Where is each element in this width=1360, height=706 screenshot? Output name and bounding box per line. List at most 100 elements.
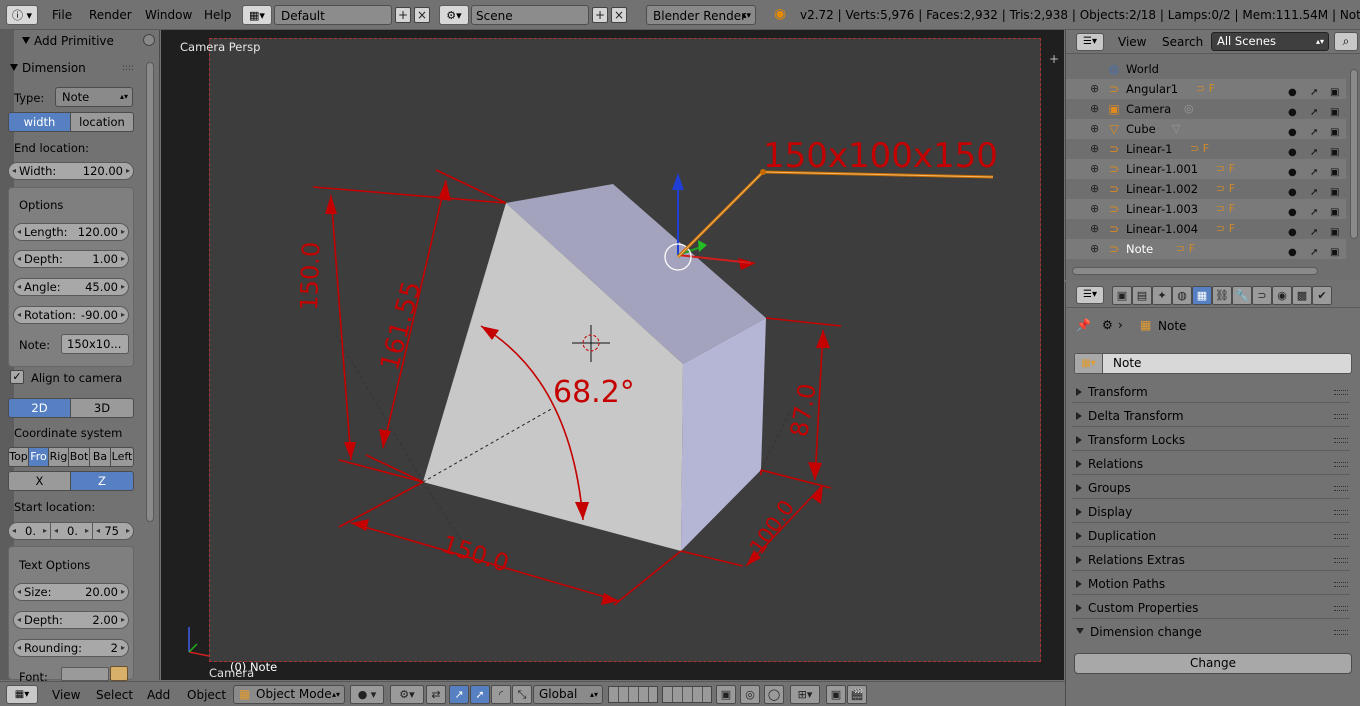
depth-field[interactable]: ◂ Depth: 1.00 ▸ — [13, 250, 129, 268]
start-y-field[interactable]: ◂ 0. ▸ — [50, 522, 93, 540]
modifiers-tab-icon[interactable]: 🔧 — [1232, 286, 1252, 305]
scene-field[interactable]: Scene — [471, 5, 589, 25]
panel-delta-transform[interactable]: Delta Transform — [1072, 405, 1350, 427]
length-field[interactable]: ◂ Length: 120.00 ▸ — [13, 223, 129, 241]
physics-tab-icon[interactable]: ✔ — [1312, 286, 1332, 305]
snap-element-select[interactable]: ⊞▾ — [790, 685, 820, 704]
rounding-field[interactable]: ◂ Rounding: 2 ▸ — [13, 639, 129, 657]
outliner-editor-type-button[interactable]: ☰▾ — [1076, 33, 1104, 51]
layer-buttons-1[interactable] — [608, 686, 658, 703]
layer-buttons-2[interactable] — [662, 686, 712, 703]
texture-tab-icon[interactable]: ▩ — [1292, 286, 1312, 305]
panel-transform[interactable]: Transform — [1072, 381, 1350, 403]
expand-icon[interactable]: ⊕ — [1090, 79, 1099, 99]
change-button[interactable]: Change — [1074, 653, 1352, 674]
menu-view[interactable]: View — [52, 686, 80, 704]
menu-select[interactable]: Select — [96, 686, 133, 704]
screen-layout-field[interactable]: Default — [274, 5, 392, 25]
tool-shelf-scrollbar[interactable] — [146, 62, 154, 522]
expand-icon[interactable]: ⊕ — [1090, 239, 1099, 259]
view-back-toggle[interactable]: Ba — [89, 447, 111, 467]
outliner-menu-search[interactable]: Search — [1162, 35, 1203, 49]
object-tab-icon[interactable]: ▦ — [1192, 286, 1212, 305]
outliner-vscrollbar[interactable] — [1350, 69, 1358, 239]
screen-layout-icon[interactable]: ▦▾ — [242, 5, 272, 25]
3d-viewport[interactable]: Camera Persp + 150x100x150 150.0 161.55 … — [161, 30, 1064, 680]
lock-layers-icon[interactable]: ▣ — [716, 685, 736, 704]
render-animation-icon[interactable]: 🎬 — [847, 685, 867, 704]
view-bottom-toggle[interactable]: Bot — [68, 447, 90, 467]
expand-icon[interactable]: ⊕ — [1090, 159, 1099, 179]
translate-manipulator-icon[interactable]: ↗ — [449, 685, 469, 704]
constraints-tab-icon[interactable]: ⛓ — [1212, 286, 1232, 305]
properties-editor-type-button[interactable]: ☰▾ — [1076, 286, 1104, 304]
eye-icon[interactable]: ● ● ● ● ● ● ● ● ● — [1288, 83, 1297, 263]
expand-icon[interactable]: ⊕ — [1090, 139, 1099, 159]
menu-window[interactable]: Window — [145, 5, 192, 25]
expand-icon[interactable]: ⊕ — [1090, 199, 1099, 219]
pivot-select[interactable]: ⚙▾ — [390, 685, 424, 704]
mode-2d-toggle[interactable]: 2D — [8, 398, 71, 418]
object-name-field[interactable]: ▦▾ Note — [1074, 353, 1352, 374]
view-front-toggle[interactable]: Fro — [28, 447, 49, 467]
scene-icon[interactable]: ⚙▾ — [439, 5, 469, 25]
width-toggle[interactable]: width — [8, 112, 71, 132]
mode-3d-toggle[interactable]: 3D — [70, 398, 134, 418]
outliner-row-world[interactable]: ◍ World — [1066, 59, 1346, 79]
panel-groups[interactable]: Groups — [1072, 477, 1350, 499]
angle-field[interactable]: ◂ Angle: 45.00 ▸ — [13, 278, 129, 296]
panel-custom-properties[interactable]: Custom Properties — [1072, 597, 1350, 619]
folder-icon[interactable] — [110, 666, 128, 681]
shading-select[interactable]: ● ▾ — [350, 685, 384, 704]
note-text-field[interactable]: 150x10... — [61, 334, 129, 354]
menu-render[interactable]: Render — [89, 5, 132, 25]
panel-motion-paths[interactable]: Motion Paths — [1072, 573, 1350, 595]
location-toggle[interactable]: location — [70, 112, 134, 132]
dimension-header[interactable]: Dimension :::: — [4, 57, 140, 79]
scale-manipulator-icon[interactable]: ⤡ — [512, 685, 532, 704]
view-right-toggle[interactable]: Rig — [48, 447, 69, 467]
outliner-menu-view[interactable]: View — [1118, 35, 1146, 49]
rotation-field[interactable]: ◂ Rotation: -90.00 ▸ — [13, 306, 129, 324]
rotate-manipulator-icon[interactable]: ◜ — [491, 685, 511, 704]
view-top-toggle[interactable]: Top — [8, 447, 29, 467]
width-field[interactable]: ◂ Width: 120.00 ▸ — [8, 162, 134, 180]
panel-relations[interactable]: Relations — [1072, 453, 1350, 475]
size-field[interactable]: ◂ Size: 20.00 ▸ — [13, 583, 129, 601]
manipulator-toggle[interactable]: ⇄ — [426, 685, 446, 704]
type-select[interactable]: Note ▴▾ — [55, 87, 133, 107]
panel-display[interactable]: Display — [1072, 501, 1350, 523]
translate-arrow-icon[interactable]: ➚ — [470, 685, 490, 704]
axis-z-toggle[interactable]: Z — [70, 471, 134, 491]
scene-tab-icon[interactable]: ✦ — [1152, 286, 1172, 305]
snap-icon[interactable]: ◯ — [764, 685, 784, 704]
material-tab-icon[interactable]: ◉ — [1272, 286, 1292, 305]
add-scene-button[interactable]: + — [592, 7, 608, 23]
start-z-field[interactable]: ◂ 75 ▸ — [92, 522, 134, 540]
panel-relations-extras[interactable]: Relations Extras — [1072, 549, 1350, 571]
expand-icon[interactable]: ⊕ — [1090, 179, 1099, 199]
text-depth-field[interactable]: ◂ Depth: 2.00 ▸ — [13, 611, 129, 629]
data-tab-icon[interactable]: ⊃ — [1252, 286, 1272, 305]
panel-transform-locks[interactable]: Transform Locks — [1072, 429, 1350, 451]
expand-icon[interactable]: ⊕ — [1090, 219, 1099, 239]
menu-add[interactable]: Add — [147, 686, 170, 704]
remove-layout-button[interactable]: × — [414, 7, 430, 23]
outliner-search-icon[interactable]: ⌕ — [1334, 32, 1358, 51]
object-type-icon[interactable]: ▦▾ — [1075, 354, 1103, 373]
render-engine-select[interactable]: Blender Render ▴▾ — [646, 5, 756, 25]
menu-help[interactable]: Help — [204, 5, 231, 25]
editor-type-button[interactable]: ⓘ ▾ — [6, 5, 38, 25]
render-layers-tab-icon[interactable]: ▤ — [1132, 286, 1152, 305]
add-primitive-header[interactable]: Add Primitive — [16, 30, 140, 52]
remove-scene-button[interactable]: × — [611, 7, 627, 23]
pin-icon[interactable]: 📌 — [1076, 318, 1091, 332]
menu-file[interactable]: File — [52, 5, 72, 25]
view-left-toggle[interactable]: Left — [110, 447, 134, 467]
panel-dimension-change[interactable]: Dimension change — [1072, 621, 1350, 643]
viewport-editor-type-button[interactable]: ▦▾ — [6, 685, 38, 704]
start-x-field[interactable]: ◂ 0. ▸ — [8, 522, 51, 540]
render-icon[interactable]: ▣ ▣ ▣ ▣ ▣ ▣ ▣ ▣ ▣ — [1330, 83, 1339, 263]
render-tab-icon[interactable]: ▣ — [1112, 286, 1132, 305]
display-mode-select[interactable]: All Scenes ▴▾ — [1211, 32, 1329, 51]
